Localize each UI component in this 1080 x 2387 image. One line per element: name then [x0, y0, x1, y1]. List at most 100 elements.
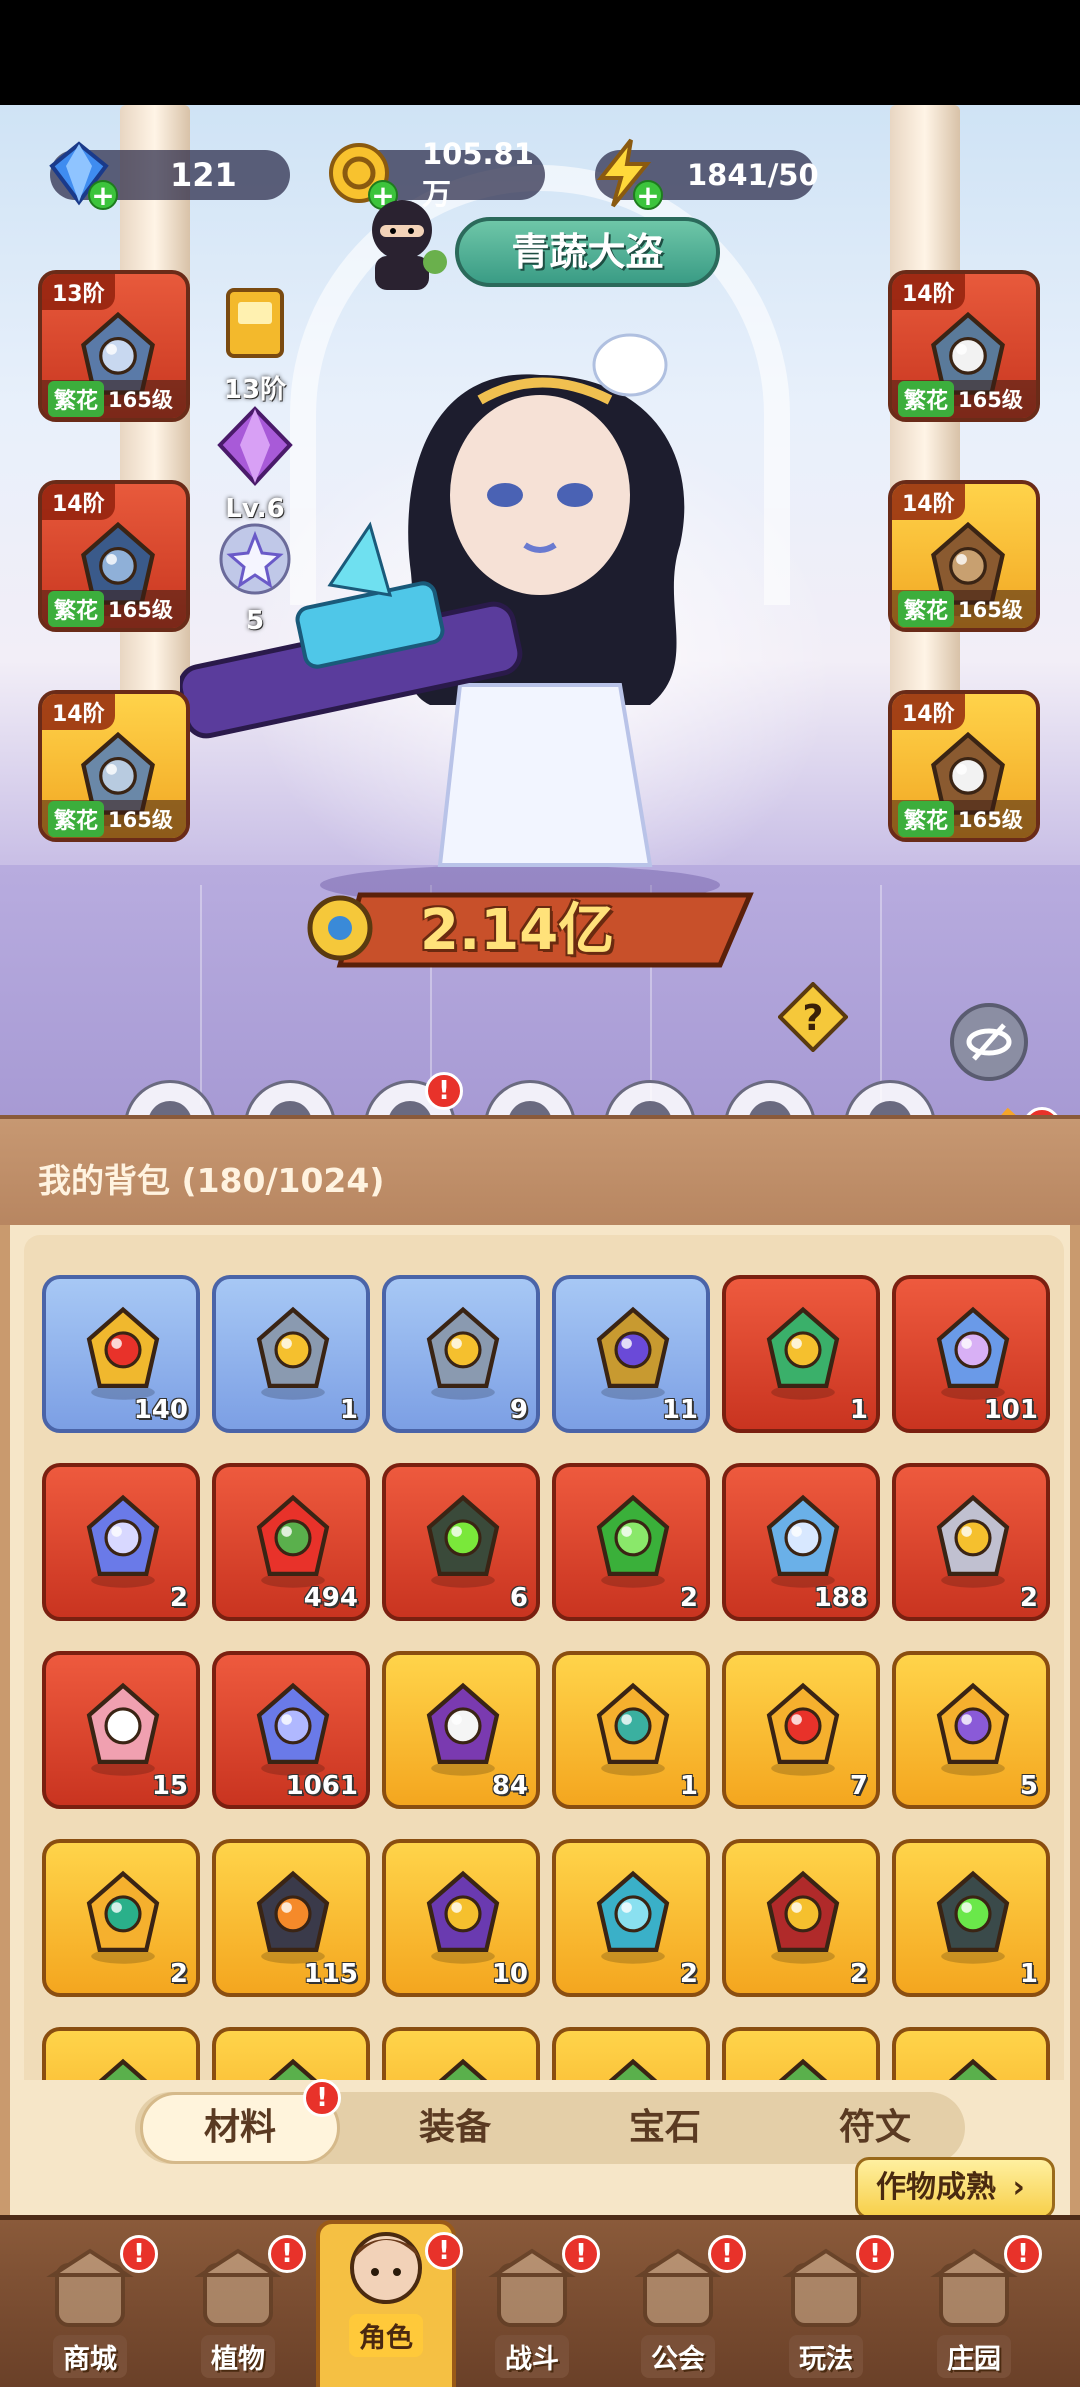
add-gems-button[interactable]: +	[88, 180, 118, 210]
nav-plant-nav[interactable]: 植物!	[168, 2235, 308, 2385]
item-count: 1	[339, 1395, 358, 1425]
bag-item[interactable]: 140	[42, 1275, 200, 1433]
equipment-quality: 繁花	[898, 591, 955, 627]
bag-item[interactable]: 1	[212, 1275, 370, 1433]
equipment-slot-left-1[interactable]: 13阶 繁花 165级	[38, 270, 190, 422]
syringe-cloud-icon	[426, 1306, 500, 1400]
bag-item[interactable]: 1	[722, 1275, 880, 1433]
nav-label: 角色	[349, 2314, 423, 2357]
equipment-slot-right-2[interactable]: 14阶 繁花 165级	[888, 480, 1040, 632]
bag-item[interactable]: 2	[892, 1463, 1050, 1621]
filter-tab[interactable]: 符文	[775, 2092, 975, 2164]
bag-item[interactable]: 1061	[212, 1651, 370, 1809]
equipment-slot-right-1[interactable]: 14阶 繁花 165级	[888, 270, 1040, 422]
bag-panel[interactable]: 140 1 9 11 1 101 2 494 6 2 188 2 15 1061…	[0, 1225, 1080, 2080]
filter-tab-label: 装备	[418, 2107, 491, 2148]
tab-outfit[interactable]: 时装	[240, 1080, 340, 1115]
filter-tab-label: 材料	[203, 2107, 276, 2148]
bag-item[interactable]: 10	[382, 1839, 540, 1997]
green-capsule-icon	[596, 1494, 670, 1588]
equipment-quality: 繁花	[48, 381, 105, 417]
nav-manor[interactable]: 庄园!	[904, 2235, 1044, 2385]
help-button[interactable]: ?	[778, 982, 848, 1052]
equipment-info: 繁花 165级	[892, 380, 1036, 418]
bag-item[interactable]	[382, 2027, 540, 2080]
filter-tab[interactable]: 宝石	[565, 2092, 765, 2164]
bag-item[interactable]	[892, 2027, 1050, 2080]
item-count: 2	[1019, 1583, 1038, 1613]
equipment-info: 繁花 165级	[42, 380, 186, 418]
more-tabs-arrow[interactable]: !	[985, 1105, 1061, 1115]
bag-item[interactable]	[212, 2027, 370, 2080]
bag-item[interactable]: 494	[212, 1463, 370, 1621]
bag-item[interactable]: 15	[42, 1651, 200, 1809]
bag-item[interactable]: 101	[892, 1275, 1050, 1433]
notification-badge: !	[120, 2235, 158, 2273]
nav-battle[interactable]: 战斗!	[462, 2235, 602, 2385]
plant-icon	[948, 2058, 998, 2080]
nav-shop[interactable]: 商城!	[20, 2235, 160, 2385]
tab-equipment[interactable]: 装备	[600, 1080, 700, 1115]
gem-level-stat[interactable]: Lv.6	[205, 405, 305, 524]
card-tier-stat[interactable]: 13阶	[205, 280, 305, 406]
bag-item[interactable]: 2	[722, 1839, 880, 1997]
crop-ready-button[interactable]: 作物成熟 ›	[855, 2157, 1055, 2219]
bag-item[interactable]: 7	[722, 1651, 880, 1809]
tab-body-refine[interactable]: 炼体	[720, 1080, 820, 1115]
tab-mask[interactable]: 装饰	[480, 1080, 580, 1115]
bag-item[interactable]: 5	[892, 1651, 1050, 1809]
equipment-info: 繁花 165级	[42, 590, 186, 628]
star-count-stat[interactable]: 5	[205, 517, 305, 636]
filter-tab[interactable]: 装备	[355, 2092, 555, 2164]
hide-ui-button[interactable]	[950, 1003, 1028, 1081]
bag-item[interactable]: 115	[212, 1839, 370, 1997]
tab-rune[interactable]: 符文	[840, 1080, 940, 1115]
equipment-level: 165级	[958, 598, 1023, 622]
bag-item[interactable]: 1	[552, 1651, 710, 1809]
tab-weapon[interactable]: 武器	[120, 1080, 220, 1115]
nav-guild[interactable]: 公会!	[608, 2235, 748, 2385]
equipment-tier: 14阶	[42, 484, 115, 520]
character-title-banner[interactable]: 青蔬大盗	[455, 217, 720, 287]
bag-header: 我的背包 (180/1024)	[0, 1115, 1080, 1235]
green-tube-icon	[426, 1494, 500, 1588]
clock-book-icon	[766, 1306, 840, 1400]
card-tier-label: 13阶	[223, 375, 287, 405]
nav-character[interactable]: 角色!	[316, 2220, 463, 2387]
bag-item[interactable]: 11	[552, 1275, 710, 1433]
equipment-info: 繁花 165级	[892, 800, 1036, 838]
bottom-navigation: 商城! 植物! 角色! 战斗! 公会! 玩法! 庄园!	[0, 2215, 1080, 2387]
golden-key-icon	[936, 1682, 1010, 1776]
filter-tab[interactable]: 材料!	[140, 2079, 341, 2164]
bag-item[interactable]: 9	[382, 1275, 540, 1433]
bag-item[interactable]: 6	[382, 1463, 540, 1621]
plant-icon	[98, 2058, 148, 2080]
equipment-slot-right-3[interactable]: 14阶 繁花 165级	[888, 690, 1040, 842]
gem-counter[interactable]: + 121	[49, 141, 290, 210]
equipment-info: 繁花 165级	[892, 590, 1036, 628]
bag-item[interactable]: 188	[722, 1463, 880, 1621]
bag-item[interactable]: 2	[552, 1839, 710, 1997]
item-count: 1	[849, 1395, 868, 1425]
bag-item[interactable]: 2	[42, 1839, 200, 1997]
add-energy-button[interactable]: +	[633, 180, 663, 210]
nav-gameplay[interactable]: 玩法!	[756, 2235, 896, 2385]
bag-item[interactable]	[722, 2027, 880, 2080]
nav-label: 植物	[201, 2335, 275, 2378]
bag-item[interactable]: 2	[552, 1463, 710, 1621]
character-scene: + 121 + 105.81万 + 1841/50 青蔬大盗 13阶 繁花 16…	[0, 105, 1080, 1115]
bag-item[interactable]: 1	[892, 1839, 1050, 1997]
bag-item[interactable]: 2	[42, 1463, 200, 1621]
tab-pet[interactable]: 宠物!	[360, 1072, 463, 1115]
treasure-book-icon	[766, 1870, 840, 1964]
equipment-level: 165级	[108, 388, 173, 412]
bag-item[interactable]	[42, 2027, 200, 2080]
energy-counter[interactable]: + 1841/50	[595, 138, 819, 210]
notification-badge: !	[425, 2232, 463, 2270]
bag-item[interactable]	[552, 2027, 710, 2080]
bag-item[interactable]: 84	[382, 1651, 540, 1809]
equipment-slot-left-3[interactable]: 14阶 繁花 165级	[38, 690, 190, 842]
crop-ready-label: 作物成熟	[876, 2170, 996, 2205]
equipment-slot-left-2[interactable]: 14阶 繁花 165级	[38, 480, 190, 632]
equipment-quality: 繁花	[48, 591, 105, 627]
